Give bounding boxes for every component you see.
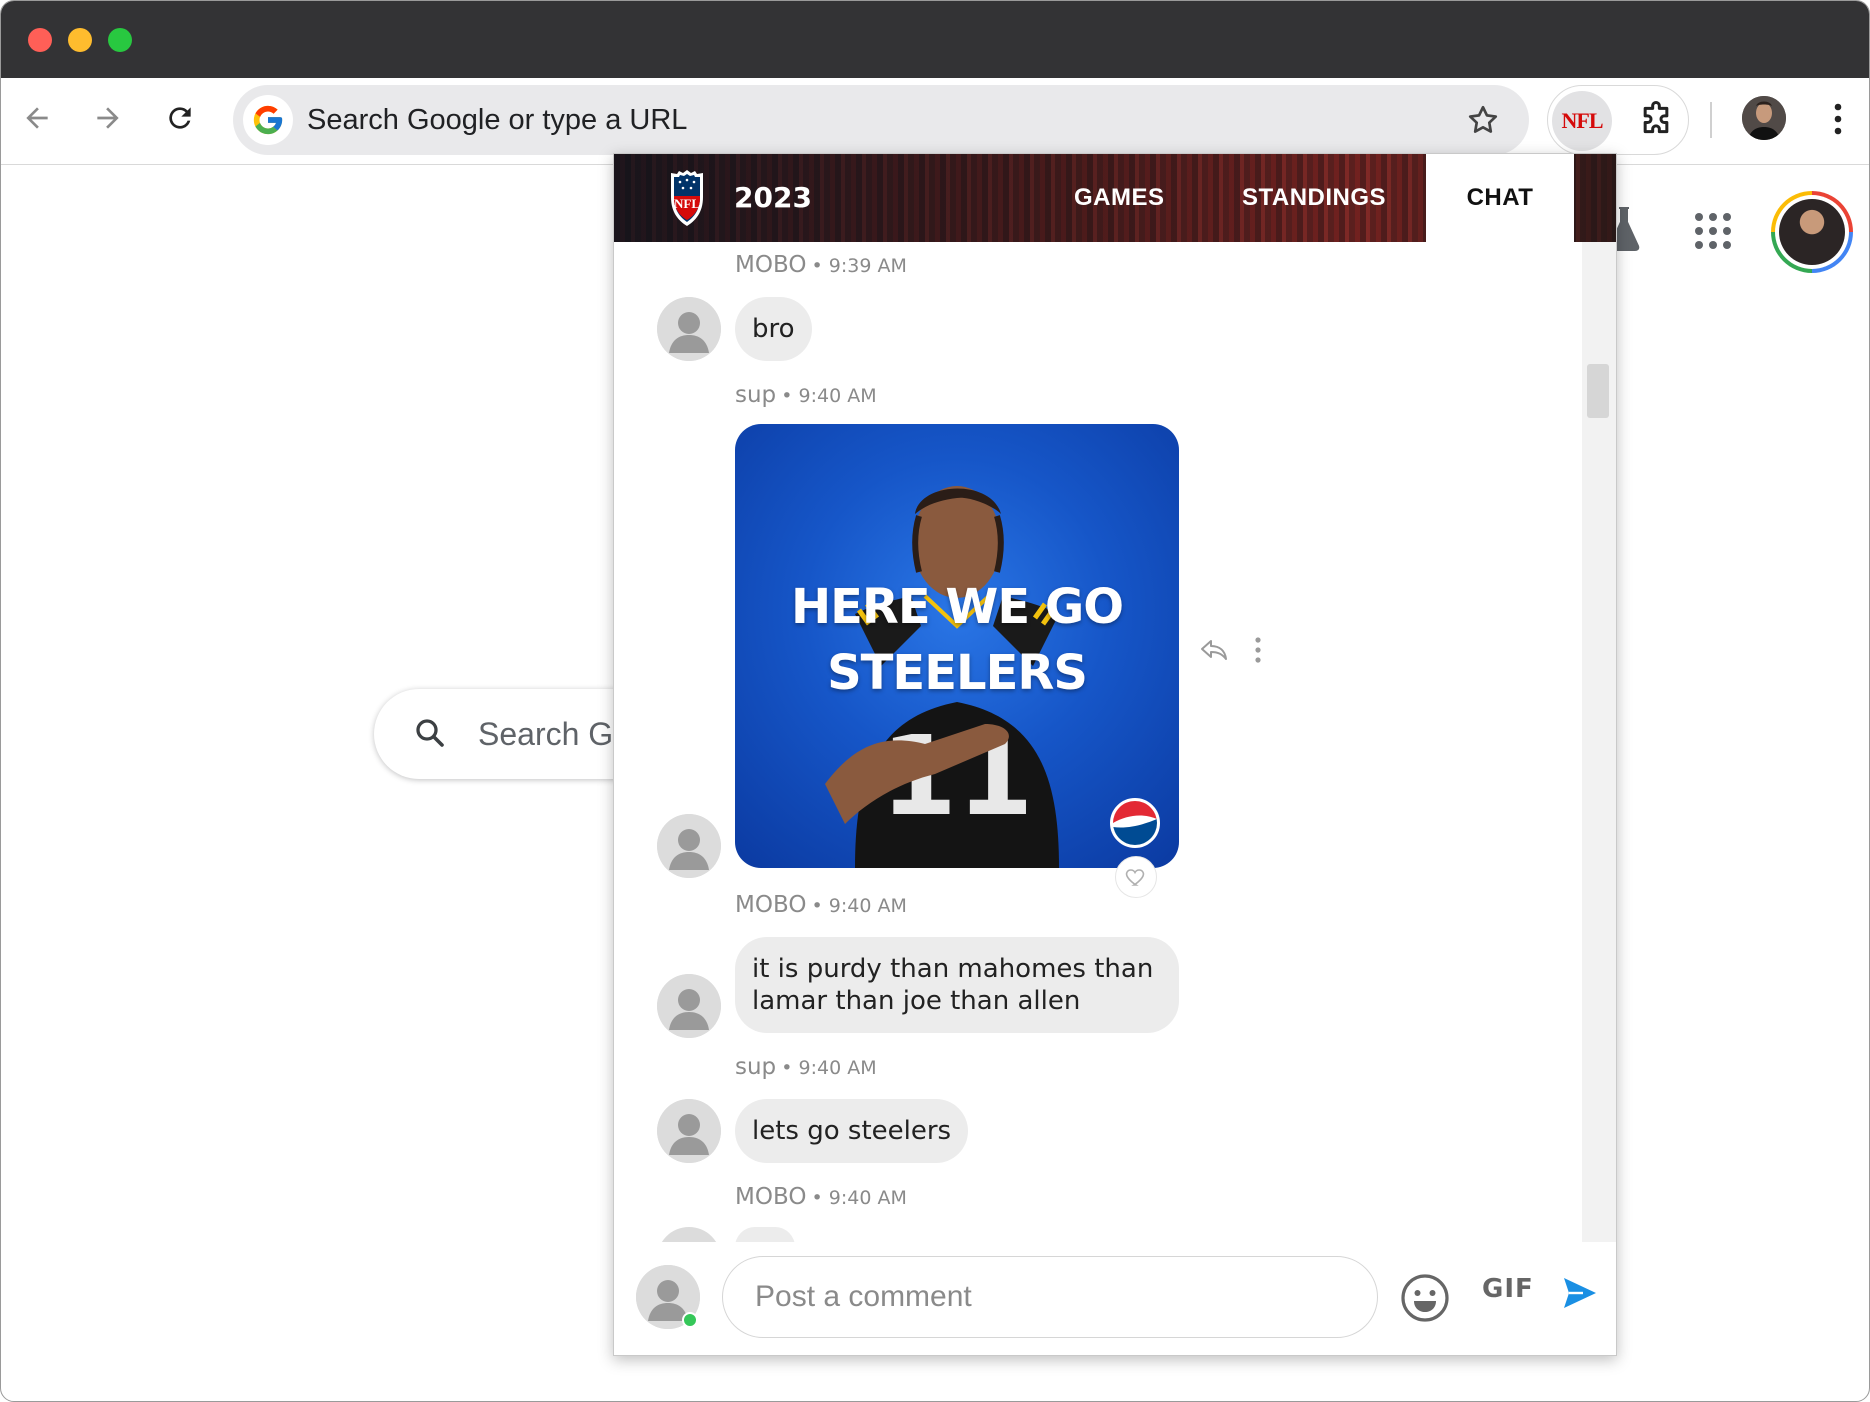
message-text-line: it is purdy than mahomes than xyxy=(752,954,1154,984)
title-bar xyxy=(1,1,1869,78)
address-bar[interactable]: Search Google or type a URL xyxy=(233,85,1529,155)
close-window-button[interactable] xyxy=(28,28,52,52)
browser-window: Search Google or type a URL NFL Search G… xyxy=(0,0,1870,1402)
like-button[interactable] xyxy=(1115,856,1157,898)
tab-standings[interactable]: STANDINGS xyxy=(1242,154,1386,242)
message-time: 9:39 AM xyxy=(828,255,907,277)
send-button[interactable] xyxy=(1562,1276,1598,1314)
online-status-dot xyxy=(682,1312,698,1328)
chat-scrollbar-thumb[interactable] xyxy=(1587,364,1609,418)
apps-grid-icon[interactable] xyxy=(1695,213,1735,253)
send-icon xyxy=(1564,1278,1596,1308)
toolbar-divider xyxy=(1710,102,1712,138)
reload-icon xyxy=(169,107,191,129)
message-text-line: lamar than joe than allen xyxy=(752,986,1081,1016)
gif-caption-line: HERE WE GO xyxy=(790,579,1124,635)
gif-button[interactable]: GIF xyxy=(1482,1274,1534,1304)
minimize-window-button[interactable] xyxy=(68,28,92,52)
message-meta: sup • 9:40 AM xyxy=(735,382,877,408)
kebab-menu-icon xyxy=(1834,103,1842,135)
reload-button[interactable] xyxy=(160,98,200,138)
nfl-extension-button[interactable]: NFL xyxy=(1552,91,1612,151)
tab-chat[interactable]: CHAT xyxy=(1426,154,1574,242)
message-bubble: bro xyxy=(735,297,812,361)
message-bubble: it is purdy than mahomes than lamar than… xyxy=(735,937,1179,1033)
pepsi-logo xyxy=(1110,798,1160,848)
popup-header: NFL 2023 GAMES STANDINGS CHAT xyxy=(614,154,1616,242)
message-time: 9:40 AM xyxy=(798,1057,877,1079)
nfl-extension-popup: NFL 2023 GAMES STANDINGS CHAT MOBO • 9:3… xyxy=(613,153,1617,1356)
browser-menu-button[interactable] xyxy=(1823,96,1853,142)
message-time: 9:40 AM xyxy=(798,385,877,407)
ntp-account-avatar[interactable] xyxy=(1771,191,1853,273)
nfl-extension-label: NFL xyxy=(1561,108,1604,133)
user-avatar[interactable] xyxy=(657,974,721,1038)
emoji-icon xyxy=(1401,1274,1449,1322)
user-avatar[interactable] xyxy=(657,814,721,878)
search-icon xyxy=(412,715,448,755)
comment-input[interactable] xyxy=(722,1256,1378,1338)
extensions-button[interactable] xyxy=(1636,100,1676,144)
gif-message[interactable]: 11 HERE WE GO STEELERS xyxy=(735,424,1179,868)
message-bubble xyxy=(735,1227,795,1242)
bookmark-button[interactable] xyxy=(1465,102,1501,142)
forward-button[interactable] xyxy=(88,98,128,138)
message-author[interactable]: sup xyxy=(735,1054,776,1080)
forward-arrow-icon xyxy=(97,107,119,129)
user-avatar[interactable] xyxy=(657,297,721,361)
message-time: 9:40 AM xyxy=(828,895,907,917)
message-author[interactable]: MOBO xyxy=(735,892,806,918)
message-author[interactable]: MOBO xyxy=(735,252,806,278)
profile-avatar[interactable] xyxy=(1742,96,1786,140)
extensions-pill: NFL xyxy=(1547,85,1689,155)
heart-icon xyxy=(1125,869,1145,886)
message-meta: sup • 9:40 AM xyxy=(735,1054,877,1080)
season-label: 2023 xyxy=(734,181,812,214)
message-more-button[interactable] xyxy=(1253,636,1263,668)
reply-button[interactable] xyxy=(1199,637,1229,667)
bookmark-star-icon xyxy=(1468,105,1498,133)
browser-toolbar: Search Google or type a URL NFL xyxy=(1,78,1869,165)
message-author[interactable]: sup xyxy=(735,382,776,408)
reply-icon xyxy=(1201,640,1227,660)
back-button[interactable] xyxy=(17,98,57,138)
gif-caption-line: STEELERS xyxy=(827,645,1088,701)
message-time: 9:40 AM xyxy=(828,1187,907,1209)
more-vertical-icon xyxy=(1255,637,1261,663)
puzzle-icon xyxy=(1643,101,1669,134)
message-bubble: lets go steelers xyxy=(735,1099,969,1163)
user-avatar[interactable] xyxy=(657,1227,721,1242)
message-meta: MOBO • 9:40 AM xyxy=(735,1184,907,1210)
zoom-window-button[interactable] xyxy=(108,28,132,52)
emoji-button[interactable] xyxy=(1399,1272,1451,1328)
message-meta: MOBO • 9:40 AM xyxy=(735,892,907,918)
message-author[interactable]: MOBO xyxy=(735,1184,806,1210)
comment-composer: GIF xyxy=(614,1242,1616,1355)
tab-games[interactable]: GAMES xyxy=(1074,154,1165,242)
svg-text:NFL: NFL xyxy=(674,196,700,211)
nfl-shield-logo: NFL xyxy=(662,168,712,232)
back-arrow-icon xyxy=(26,107,48,129)
google-g-icon xyxy=(243,95,293,145)
message-meta: MOBO • 9:39 AM xyxy=(735,252,907,278)
address-bar-placeholder: Search Google or type a URL xyxy=(307,104,688,136)
user-avatar[interactable] xyxy=(657,1099,721,1163)
chat-feed[interactable]: MOBO • 9:39 AM bro sup • 9:40 AM 11 HERE… xyxy=(614,242,1616,1242)
